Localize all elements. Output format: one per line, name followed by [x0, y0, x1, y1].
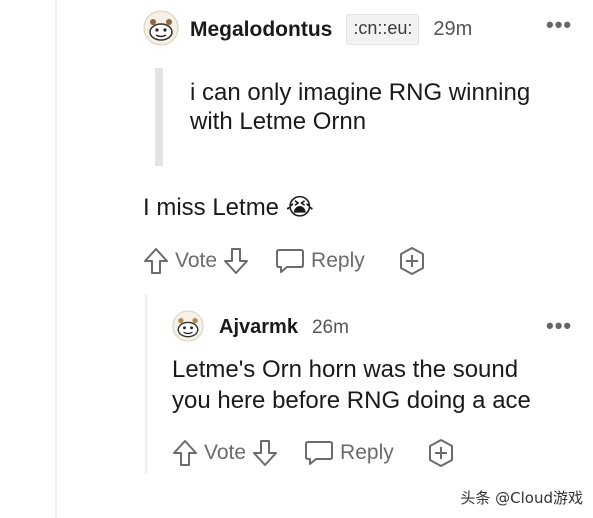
comment-body: I miss Letme 😭 [143, 193, 314, 222]
award-button[interactable] [426, 438, 456, 468]
comment-text-line: Letme's Orn horn was the sound [172, 356, 519, 383]
reply-label: Reply [340, 441, 394, 464]
downvote-button[interactable] [223, 247, 249, 275]
upvote-arrow-icon [173, 440, 197, 466]
quoted-text: i can only imagine RNG winning with Letm… [190, 79, 531, 135]
user-flair: :cn::eu: [346, 14, 420, 45]
comment-text-line: you here before RNG doing a ace [172, 387, 531, 414]
downvote-button[interactable] [252, 439, 278, 467]
reply-button[interactable]: Reply [304, 439, 400, 467]
username[interactable]: Ajvarmk [219, 316, 298, 339]
reply-bubble-icon [305, 441, 334, 465]
award-plus-icon [399, 247, 424, 275]
watermark: 头条 @Cloud游戏 [460, 489, 583, 507]
username[interactable]: Megalodontus [190, 18, 332, 42]
reddit-avatar-icon [172, 310, 204, 342]
avatar[interactable] [143, 10, 179, 46]
comment-body: Letme's Orn horn was the sound you here … [172, 355, 531, 415]
avatar[interactable] [172, 310, 204, 342]
timestamp[interactable]: 26m [312, 317, 349, 339]
comment-actions: Vote Reply [143, 246, 427, 276]
reddit-avatar-icon [143, 10, 179, 46]
upvote-button[interactable] [172, 439, 198, 467]
comment-actions: Vote Reply [172, 438, 456, 468]
crying-emoji-icon: 😭 [285, 194, 314, 221]
downvote-arrow-icon [253, 440, 278, 466]
thread-line[interactable] [55, 0, 57, 518]
comment-text: I miss Letme [143, 194, 280, 221]
award-button[interactable] [397, 246, 427, 276]
reply-button[interactable]: Reply [275, 247, 371, 275]
reply-label: Reply [311, 249, 365, 272]
more-options-icon[interactable]: ••• [546, 12, 572, 38]
comment-meta: Megalodontus :cn::eu: 29m [190, 14, 472, 45]
reply-bubble-icon [276, 249, 305, 273]
vote-label: Vote [175, 249, 218, 272]
upvote-arrow-icon [144, 248, 168, 274]
downvote-arrow-icon [224, 248, 249, 274]
quote-bar [155, 68, 163, 166]
more-options-icon[interactable]: ••• [546, 313, 572, 339]
timestamp[interactable]: 29m [433, 18, 472, 41]
award-plus-icon [428, 439, 453, 467]
upvote-button[interactable] [143, 247, 169, 275]
vote-label: Vote [204, 441, 247, 464]
comment-meta: Ajvarmk 26m [219, 316, 349, 339]
nested-thread-line[interactable] [145, 294, 147, 474]
